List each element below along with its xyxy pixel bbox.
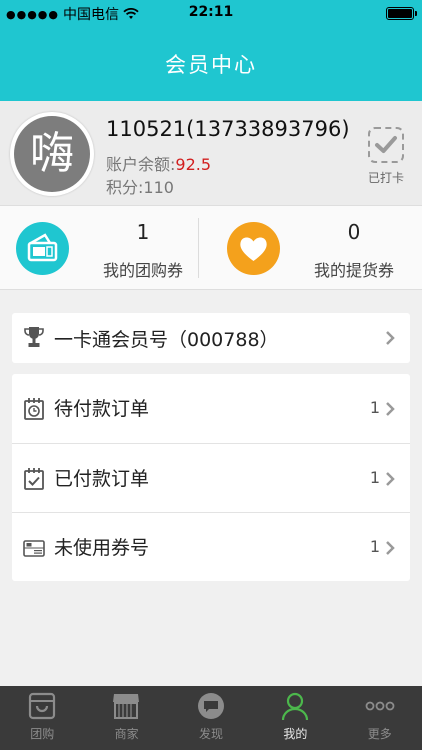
tab-discover[interactable]: 发现	[169, 686, 253, 750]
membership-label: 一卡通会员号（000788）	[54, 329, 279, 351]
user-id: 110521(13733893796)	[106, 117, 350, 141]
coupon-summary: 1 我的团购券 0 我的提货券	[0, 205, 422, 290]
divider	[198, 218, 199, 278]
tab-label: 更多	[367, 727, 392, 741]
paid-orders-label: 已付款订单	[54, 468, 150, 490]
balance-value: 92.5	[175, 155, 212, 174]
tab-label: 团购	[30, 727, 55, 741]
gift-card-icon	[23, 540, 45, 557]
trophy-icon	[24, 327, 44, 347]
chevron-right-icon	[386, 331, 395, 345]
person-icon	[282, 692, 309, 721]
profile-section: 嗨 110521(13733893796) 账户余额:92.5 积分:110 已…	[0, 101, 422, 205]
points-value: 110	[143, 178, 174, 197]
pickup-coupon-count: 0	[347, 220, 361, 244]
tab-mine[interactable]: 我的	[253, 686, 337, 750]
orders-card: 待付款订单 1 已付款订单 1 未使用券号 1	[12, 374, 410, 581]
paid-orders-row[interactable]: 已付款订单 1	[12, 443, 410, 512]
unpaid-orders-label: 待付款订单	[54, 398, 150, 420]
ticket-icon	[16, 222, 69, 275]
heart-icon	[227, 222, 280, 275]
battery-icon	[386, 7, 417, 20]
membership-card: 一卡通会员号（000788）	[12, 313, 410, 363]
unused-vouchers-label: 未使用券号	[54, 537, 150, 559]
tab-merchants[interactable]: 商家	[84, 686, 168, 750]
unpaid-orders-count: 1	[369, 398, 380, 417]
pickup-coupon-label: 我的提货券	[313, 261, 394, 280]
tab-bar: 团购 商家 发现 我的 更多	[0, 686, 422, 750]
tab-group-buy[interactable]: 团购	[0, 686, 84, 750]
clock: 22:11	[188, 4, 234, 20]
status-bar: ●●●●● 中国电信 22:11	[0, 0, 422, 27]
checkin-label: 已打卡	[367, 171, 404, 185]
tab-more[interactable]: 更多	[338, 686, 422, 750]
chevron-right-icon	[386, 541, 395, 555]
chevron-right-icon	[386, 402, 395, 416]
tab-label: 我的	[283, 727, 308, 741]
balance-label: 账户余额:	[106, 155, 176, 174]
nav-bar: 会员中心	[0, 27, 422, 101]
more-dots-icon	[365, 701, 394, 711]
points-line: 积分:110	[106, 174, 174, 198]
points-label: 积分:	[106, 178, 144, 197]
store-icon	[113, 694, 140, 719]
unpaid-orders-row[interactable]: 待付款订单 1	[12, 374, 410, 443]
unused-vouchers-count: 1	[369, 537, 380, 556]
unused-vouchers-row[interactable]: 未使用券号 1	[12, 512, 410, 581]
avatar-char: 嗨	[14, 116, 90, 192]
tab-label: 商家	[114, 727, 139, 741]
chevron-right-icon	[386, 472, 395, 486]
checkin-button[interactable]: 已打卡	[364, 127, 408, 189]
page-title: 会员中心	[165, 53, 257, 77]
checkmark-icon	[368, 127, 404, 163]
pickup-coupons-button[interactable]: 0 我的提货券	[211, 206, 422, 291]
membership-row[interactable]: 一卡通会员号（000788）	[12, 313, 410, 363]
calendar-clock-icon	[24, 398, 44, 420]
group-coupon-label: 我的团购券	[102, 261, 183, 280]
bag-icon	[28, 692, 56, 720]
avatar[interactable]: 嗨	[10, 112, 94, 196]
tab-label: 发现	[198, 727, 223, 741]
chat-bubble-icon	[197, 693, 224, 719]
group-coupon-count: 1	[136, 220, 150, 244]
group-coupons-button[interactable]: 1 我的团购券	[0, 206, 211, 291]
calendar-check-icon	[24, 468, 44, 490]
paid-orders-count: 1	[369, 468, 380, 487]
balance-line: 账户余额:92.5	[106, 151, 211, 175]
